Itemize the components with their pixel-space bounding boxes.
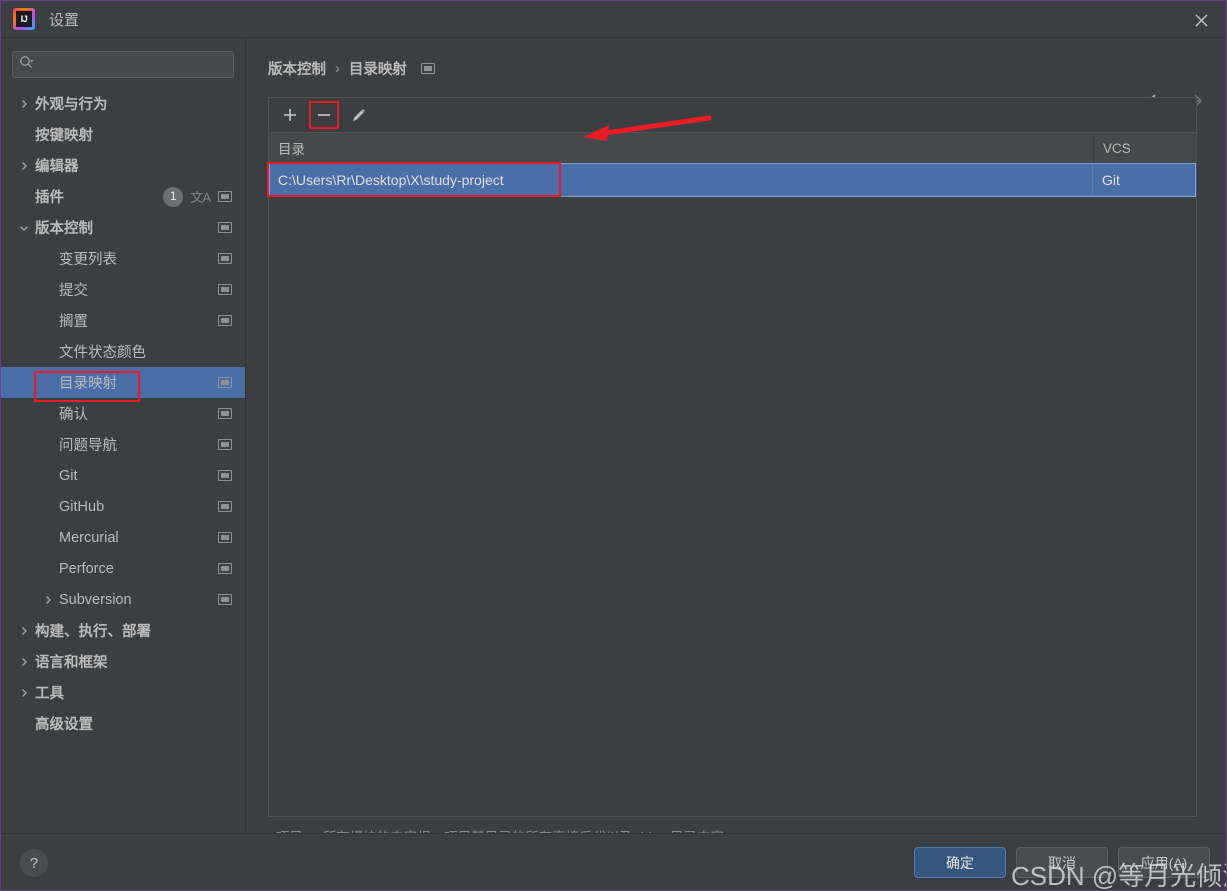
sidebar-item-20[interactable]: 高级设置 <box>1 708 245 739</box>
mappings-table-container: 目录 VCS C:\Users\Rr\Desktop\X\study-proje… <box>268 97 1197 817</box>
search-icon <box>19 55 34 75</box>
sidebar-item-5[interactable]: 变更列表 <box>1 243 245 274</box>
intellij-idea-icon: IJ <box>13 8 35 30</box>
title-bar: IJ 设置 <box>1 1 1226 38</box>
cell-vcs[interactable]: Git <box>1093 164 1195 196</box>
sidebar-item-16[interactable]: Subversion <box>1 584 245 615</box>
sidebar-item-label: 工具 <box>35 686 64 702</box>
chevron-right-icon[interactable] <box>41 593 55 607</box>
dialog-button-2[interactable]: 应用(A) <box>1118 847 1210 878</box>
monitor-icon <box>218 594 232 605</box>
settings-sidebar: 外观与行为按键映射编辑器插件 1 文A 版本控制变更列表提交搁置文件状态颜色 目录映射确… <box>1 38 246 833</box>
sidebar-item-11[interactable]: 问题导航 <box>1 429 245 460</box>
search-field[interactable] <box>12 51 234 78</box>
dialog-buttons: 确定 取消 应用(A) <box>914 847 1210 878</box>
sidebar-item-6[interactable]: 提交 <box>1 274 245 305</box>
sidebar-item-label: 构建、执行、部署 <box>35 624 151 640</box>
sidebar-item-7[interactable]: 搁置 <box>1 305 245 336</box>
sidebar-item-label: 提交 <box>59 283 88 299</box>
sidebar-item-3[interactable]: 插件 1 文A <box>1 181 245 212</box>
mappings-toolbar <box>269 98 1196 133</box>
sidebar-item-label: 插件 <box>35 190 64 206</box>
breadcrumb-current: 目录映射 <box>348 62 407 78</box>
monitor-icon <box>218 253 232 264</box>
sidebar-item-label: 语言和框架 <box>35 655 108 671</box>
sidebar-item-label: 目录映射 <box>59 376 117 392</box>
sidebar-item-19[interactable]: 工具 <box>1 677 245 708</box>
remove-mapping-button[interactable] <box>309 101 339 129</box>
chevron-right-icon[interactable] <box>17 159 31 173</box>
add-mapping-button[interactable] <box>275 101 305 129</box>
close-icon[interactable] <box>1188 7 1214 33</box>
sidebar-item-label: 按键映射 <box>35 128 93 144</box>
chevron-right-icon[interactable] <box>17 624 31 638</box>
search-input[interactable] <box>38 57 227 72</box>
table-row[interactable]: C:\Users\Rr\Desktop\X\study-project Git <box>269 163 1196 197</box>
sidebar-item-9[interactable]: 目录映射 <box>1 367 245 398</box>
translate-icon: 文A <box>190 190 211 205</box>
column-header-directory[interactable]: 目录 <box>269 133 1094 163</box>
breadcrumb-root[interactable]: 版本控制 <box>268 58 326 79</box>
dialog-footer: ? 确定 取消 应用(A) <box>1 833 1226 890</box>
sidebar-item-label: 外观与行为 <box>35 97 108 113</box>
plugin-update-badge: 1 <box>163 186 184 207</box>
monitor-icon <box>218 377 232 388</box>
monitor-icon <box>218 532 232 543</box>
chevron-down-icon[interactable] <box>17 221 31 235</box>
sidebar-item-17[interactable]: 构建、执行、部署 <box>1 615 245 646</box>
monitor-icon <box>218 222 232 233</box>
monitor-icon <box>218 563 232 574</box>
chevron-right-icon[interactable] <box>17 686 31 700</box>
sidebar-item-14[interactable]: Mercurial <box>1 522 245 553</box>
cell-directory[interactable]: C:\Users\Rr\Desktop\X\study-project <box>270 164 1093 196</box>
monitor-icon <box>218 501 232 512</box>
sidebar-item-label: 高级设置 <box>35 717 93 733</box>
sidebar-item-label: 搁置 <box>59 314 88 330</box>
settings-dialog: IJ 设置 外观与行为按键映射编辑器插件 1 文A 版本控制变更列表提交搁置文件状态颜… <box>0 0 1227 891</box>
chevron-right-icon[interactable] <box>17 655 31 669</box>
monitor-icon <box>218 284 232 295</box>
sidebar-item-15[interactable]: Perforce <box>1 553 245 584</box>
sidebar-item-18[interactable]: 语言和框架 <box>1 646 245 677</box>
sidebar-item-label: Perforce <box>59 560 114 577</box>
sidebar-item-1[interactable]: 按键映射 <box>1 119 245 150</box>
sidebar-item-label: 变更列表 <box>59 252 117 268</box>
help-button[interactable]: ? <box>20 849 48 877</box>
column-header-vcs[interactable]: VCS <box>1094 133 1196 163</box>
sidebar-item-12[interactable]: Git <box>1 460 245 491</box>
monitor-icon <box>218 315 232 326</box>
sidebar-item-0[interactable]: 外观与行为 <box>1 88 245 119</box>
sidebar-item-label: Git <box>59 467 78 484</box>
table-header: 目录 VCS <box>269 133 1196 163</box>
monitor-icon <box>218 439 232 450</box>
sidebar-item-2[interactable]: 编辑器 <box>1 150 245 181</box>
sidebar-item-label: GitHub <box>59 498 105 515</box>
chevron-right-icon[interactable] <box>17 97 31 111</box>
dialog-button-0[interactable]: 确定 <box>914 847 1006 878</box>
sidebar-item-label: Mercurial <box>59 529 119 546</box>
table-body: C:\Users\Rr\Desktop\X\study-project Git <box>269 163 1196 197</box>
sidebar-item-label: Subversion <box>59 591 132 608</box>
sidebar-item-8[interactable]: 文件状态颜色 <box>1 336 245 367</box>
breadcrumb: 版本控制 › 目录映射 <box>268 58 435 79</box>
sidebar-item-label: 文件状态颜色 <box>59 345 146 361</box>
dialog-button-1[interactable]: 取消 <box>1016 847 1108 878</box>
monitor-icon <box>218 470 232 481</box>
window-title: 设置 <box>49 11 80 29</box>
breadcrumb-separator: › <box>335 60 340 77</box>
settings-tree: 外观与行为按键映射编辑器插件 1 文A 版本控制变更列表提交搁置文件状态颜色 目录映射确… <box>1 88 245 739</box>
sidebar-item-13[interactable]: GitHub <box>1 491 245 522</box>
sidebar-item-label: 确认 <box>59 407 88 423</box>
sidebar-item-label: 编辑器 <box>35 159 79 175</box>
sidebar-item-label: 问题导航 <box>59 438 117 454</box>
main-panel: 版本控制 › 目录映射 目录 VCS C:\Users\Rr\Desktop\X… <box>247 38 1226 845</box>
sidebar-item-4[interactable]: 版本控制 <box>1 212 245 243</box>
pencil-icon[interactable] <box>343 101 373 129</box>
monitor-icon <box>218 408 232 419</box>
monitor-icon <box>420 63 435 74</box>
monitor-icon <box>218 191 232 202</box>
sidebar-item-label: 版本控制 <box>35 221 93 237</box>
sidebar-item-10[interactable]: 确认 <box>1 398 245 429</box>
